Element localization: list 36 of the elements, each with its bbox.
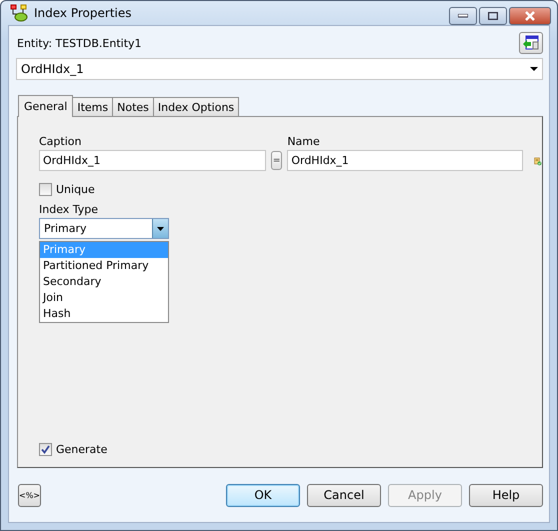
index-dropdown[interactable]: OrdHIdx_1 bbox=[16, 58, 543, 80]
tab[interactable]: Notes bbox=[112, 97, 154, 116]
maximize-icon bbox=[488, 12, 498, 20]
macro-button[interactable]: <%> bbox=[18, 484, 41, 506]
unique-label: Unique bbox=[56, 183, 95, 196]
close-button[interactable] bbox=[509, 7, 551, 25]
tab[interactable]: Items bbox=[72, 97, 114, 116]
dialog-button[interactable]: Help bbox=[469, 484, 543, 506]
caption-field[interactable]: OrdHIdx_1 bbox=[39, 150, 266, 171]
maximize-button[interactable] bbox=[479, 7, 507, 25]
caret-icon bbox=[157, 226, 164, 230]
copy-button[interactable]: = bbox=[271, 151, 282, 170]
checkbox[interactable] bbox=[39, 443, 52, 456]
checkbox[interactable] bbox=[39, 183, 52, 196]
entity-button[interactable] bbox=[519, 32, 543, 54]
dropdown-option[interactable]: Join bbox=[40, 290, 168, 306]
dialog-button[interactable]: OK bbox=[226, 484, 300, 506]
dialog-button[interactable]: Cancel bbox=[307, 484, 381, 506]
entity-label: Entity: TESTDB.Entity1 bbox=[17, 36, 142, 50]
caption-label: Caption bbox=[39, 135, 82, 149]
caret-icon bbox=[530, 67, 538, 71]
tab[interactable]: General bbox=[18, 95, 74, 117]
index-tree-icon bbox=[10, 4, 28, 22]
index-type-dropdown[interactable]: Primary bbox=[39, 218, 169, 239]
dropdown-option[interactable]: Partitioned Primary bbox=[40, 258, 168, 274]
minimize-button[interactable] bbox=[449, 7, 477, 25]
name-field[interactable]: OrdHIdx_1 bbox=[287, 150, 524, 171]
dropdown-option[interactable]: Secondary bbox=[40, 274, 168, 290]
dropdown-option[interactable]: Hash bbox=[40, 306, 168, 322]
name-label: Name bbox=[287, 135, 321, 149]
index-type-label: Index Type bbox=[39, 203, 100, 217]
tab[interactable]: Index Options bbox=[152, 97, 240, 116]
minimize-icon bbox=[458, 14, 468, 18]
window-title: Index Properties bbox=[34, 6, 132, 20]
close-icon bbox=[524, 11, 536, 21]
generate-label: Generate bbox=[56, 443, 108, 456]
